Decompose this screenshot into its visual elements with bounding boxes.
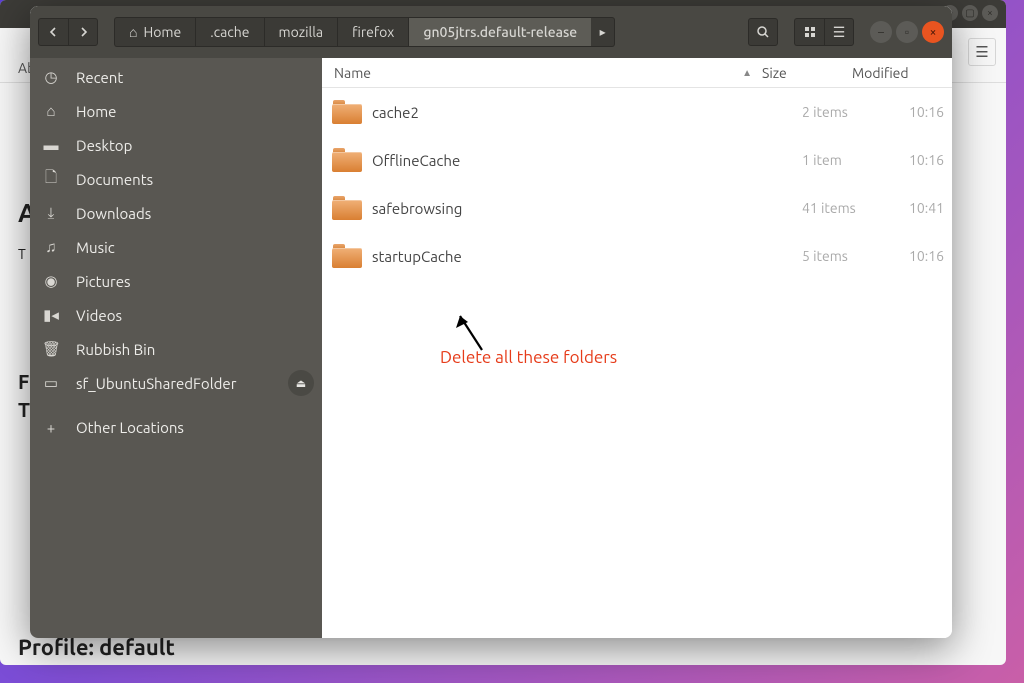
window-min-button[interactable]: –	[870, 21, 892, 43]
file-row[interactable]: startupCache5 items10:16	[322, 232, 952, 280]
file-list: cache22 items10:16OfflineCache1 item10:1…	[322, 88, 952, 638]
annotation: Delete all these folders	[452, 306, 492, 356]
folder-icon	[332, 100, 362, 124]
sidebar-item-label: Desktop	[76, 137, 132, 154]
file-manager-toolbar: ⌂ Home .cache mozilla firefox gn05jtrs.d…	[30, 6, 952, 58]
sidebar-item-label: sf_UbuntuSharedFolder	[76, 375, 236, 392]
file-manager-window: ⌂ Home .cache mozilla firefox gn05jtrs.d…	[30, 6, 952, 638]
path-seg-label: gn05jtrs.default-release	[423, 24, 577, 40]
sort-asc-icon: ▲	[742, 67, 752, 79]
folder-icon	[332, 244, 362, 268]
menu-button[interactable]: ☰	[824, 18, 854, 46]
window-close-button[interactable]: ×	[922, 21, 944, 43]
sidebar-item-sf-ubuntusharedfolder[interactable]: ▭ sf_UbuntuSharedFolder ⏏	[30, 366, 322, 400]
path-overflow-icon[interactable]: ▸	[591, 17, 615, 47]
sidebar-item-label: Documents	[76, 171, 153, 188]
file-modified: 10:16	[892, 104, 952, 120]
trash-icon: 🗑	[42, 340, 60, 358]
sidebar-item-recent[interactable]: ◷ Recent	[30, 60, 322, 94]
eject-icon[interactable]: ⏏	[288, 370, 314, 396]
folder-icon	[332, 148, 362, 172]
file-name: OfflineCache	[372, 152, 802, 169]
window-max-button[interactable]: ▫	[896, 21, 918, 43]
video-icon: ▮◂	[42, 306, 60, 324]
path-segment[interactable]: .cache	[195, 17, 263, 47]
bg-t2: T	[18, 398, 30, 421]
sidebar-item-label: Recent	[76, 69, 123, 86]
path-segment[interactable]: mozilla	[264, 17, 338, 47]
content-pane: Name▲ Size Modified cache22 items10:16Of…	[322, 58, 952, 638]
file-size: 41 items	[802, 200, 892, 216]
bg-f: F	[18, 370, 29, 393]
file-size: 1 item	[802, 152, 892, 168]
path-seg-label: mozilla	[279, 24, 324, 40]
sidebar-item-label: Other Locations	[76, 419, 184, 436]
sidebar-item-rubbish-bin[interactable]: 🗑 Rubbish Bin	[30, 332, 322, 366]
desktop-icon: ▬	[42, 136, 60, 154]
sidebar: ◷ Recent ⌂ Home ▬ Desktop 🗋 Documents ⤓ Downloads…	[30, 58, 322, 638]
search-button[interactable]	[748, 18, 778, 46]
annotation-text: Delete all these folders	[440, 348, 617, 367]
column-headers[interactable]: Name ▲ Size Modified	[322, 58, 952, 88]
file-row[interactable]: safebrowsing41 items10:41	[322, 184, 952, 232]
bg-t: T	[18, 246, 26, 262]
profile-heading: Profile: default	[18, 635, 175, 660]
camera-icon: ◉	[42, 272, 60, 290]
file-size: 5 items	[802, 248, 892, 264]
file-name: startupCache	[372, 248, 802, 265]
file-row[interactable]: OfflineCache1 item10:16	[322, 136, 952, 184]
sidebar-item-other-locations[interactable]: + Other Locations	[30, 410, 322, 444]
annotation-arrow-icon	[452, 306, 492, 356]
hamburger-icon[interactable]: ☰	[968, 38, 996, 66]
path-segment[interactable]: firefox	[337, 17, 408, 47]
view-mode-button[interactable]	[794, 18, 824, 46]
sidebar-item-videos[interactable]: ▮◂ Videos	[30, 298, 322, 332]
doc-icon: 🗋	[42, 167, 60, 192]
sidebar-item-home[interactable]: ⌂ Home	[30, 94, 322, 128]
back-button[interactable]	[38, 18, 68, 46]
col-size-label: Size	[762, 65, 787, 81]
close-icon[interactable]: ×	[982, 5, 998, 21]
home-icon: ⌂	[129, 24, 137, 40]
download-icon: ⤓	[42, 204, 60, 222]
sidebar-item-label: Downloads	[76, 205, 151, 222]
sidebar-item-label: Music	[76, 239, 115, 256]
file-modified: 10:16	[892, 248, 952, 264]
col-name-label: Name	[334, 65, 371, 81]
drive-icon: ▭	[42, 374, 60, 392]
sidebar-item-music[interactable]: ♫ Music	[30, 230, 322, 264]
sidebar-item-downloads[interactable]: ⤓ Downloads	[30, 196, 322, 230]
plus-icon: +	[42, 419, 60, 436]
path-home-label: Home	[143, 24, 181, 40]
sidebar-item-documents[interactable]: 🗋 Documents	[30, 162, 322, 196]
file-name: cache2	[372, 104, 802, 121]
sidebar-item-label: Videos	[76, 307, 122, 324]
sidebar-item-label: Home	[76, 103, 116, 120]
sidebar-item-label: Pictures	[76, 273, 131, 290]
file-name: safebrowsing	[372, 200, 802, 217]
clock-icon: ◷	[42, 68, 60, 86]
path-seg-label: .cache	[210, 24, 249, 40]
forward-button[interactable]	[68, 18, 98, 46]
file-row[interactable]: cache22 items10:16	[322, 88, 952, 136]
col-modified-label: Modified	[852, 65, 909, 81]
path-seg-label: firefox	[352, 24, 394, 40]
path-segment-current[interactable]: gn05jtrs.default-release	[408, 17, 591, 47]
max-icon[interactable]: ▢	[962, 5, 978, 21]
path-bar: ⌂ Home .cache mozilla firefox gn05jtrs.d…	[114, 17, 744, 47]
file-size: 2 items	[802, 104, 892, 120]
sidebar-item-desktop[interactable]: ▬ Desktop	[30, 128, 322, 162]
sidebar-item-label: Rubbish Bin	[76, 341, 155, 358]
home-icon: ⌂	[42, 102, 60, 120]
music-icon: ♫	[42, 238, 60, 256]
path-home[interactable]: ⌂ Home	[114, 17, 195, 47]
file-modified: 10:41	[892, 200, 952, 216]
sidebar-item-pictures[interactable]: ◉ Pictures	[30, 264, 322, 298]
folder-icon	[332, 196, 362, 220]
file-modified: 10:16	[892, 152, 952, 168]
